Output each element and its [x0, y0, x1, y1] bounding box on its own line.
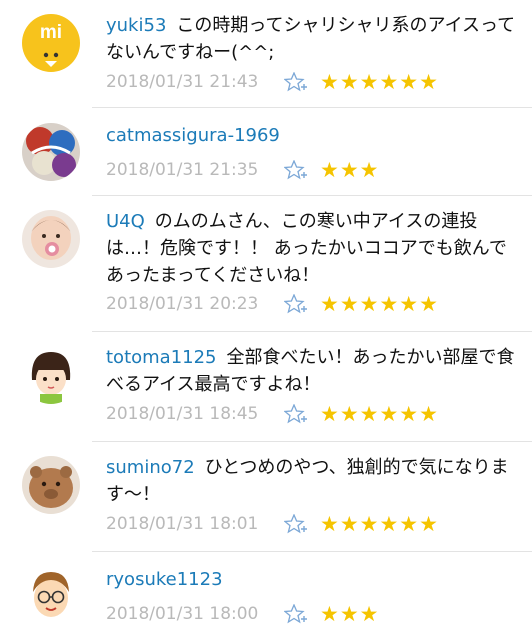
timestamp: 2018/01/31 21:43	[106, 72, 259, 92]
star-rating: ★★★★★★	[320, 292, 439, 316]
add-star-icon[interactable]	[284, 404, 310, 424]
username-link[interactable]: totoma1125	[106, 347, 217, 368]
comment-item: catmassigura-1969 2018/01/31 21:35 ★★★	[0, 108, 532, 196]
boy-glasses-avatar-icon	[22, 566, 80, 624]
comment-text: この時期ってシャリシャリ系のアイスってないんですねー(^^;	[106, 15, 516, 63]
comment-body: U4Q のムのムさん、この寒い中アイスの連投は…！危険です！！ あったかいココアで…	[106, 208, 518, 289]
comment-meta: 2018/01/31 21:43 ★★★★★★	[106, 68, 439, 96]
comment-body: yuki53 この時期ってシャリシャリ系のアイスってないんですねー(^^;	[106, 12, 518, 66]
capybara-photo-avatar-icon	[22, 456, 80, 514]
timestamp: 2018/01/31 18:01	[106, 514, 259, 534]
star-rating: ★★★	[320, 158, 380, 182]
comment-item: U4Q のムのムさん、この寒い中アイスの連投は…！危険です！！ あったかいココアで…	[0, 196, 532, 332]
comment-body: sumino72 ひとつめのやつ、独創的で気になります〜！	[106, 454, 518, 508]
avatar[interactable]	[22, 210, 80, 268]
comment-body: ryosuke1123	[106, 566, 518, 593]
username-link[interactable]: U4Q	[106, 211, 145, 232]
comment-meta: 2018/01/31 20:23 ★★★★★★	[106, 290, 439, 318]
add-star-icon[interactable]	[284, 514, 310, 534]
comment-item: mi yuki53 この時期ってシャリシャリ系のアイスってないんですねー(^^; …	[0, 0, 532, 108]
star-rating: ★★★	[320, 602, 380, 626]
star-rating: ★★★★★★	[320, 70, 439, 94]
comment-meta: 2018/01/31 21:35 ★★★	[106, 156, 379, 184]
username-link[interactable]: catmassigura-1969	[106, 125, 280, 146]
timestamp: 2018/01/31 18:45	[106, 404, 259, 424]
comment-item: totoma1125 全部食べたい！あったかい部屋で食べるアイス最高ですよね！ 2…	[0, 332, 532, 442]
add-star-icon[interactable]	[284, 604, 310, 624]
add-star-icon[interactable]	[284, 294, 310, 314]
girl-illustration-avatar-icon	[22, 346, 80, 404]
svg-text:mi: mi	[40, 22, 62, 43]
comment-meta: 2018/01/31 18:45 ★★★★★★	[106, 400, 439, 428]
avatar[interactable]	[22, 123, 80, 181]
comment-body: catmassigura-1969	[106, 122, 518, 149]
comment-body: totoma1125 全部食べたい！あったかい部屋で食べるアイス最高ですよね！	[106, 344, 518, 398]
baby-photo-avatar-icon	[22, 210, 80, 268]
username-link[interactable]: ryosuke1123	[106, 569, 223, 590]
comment-meta: 2018/01/31 18:01 ★★★★★★	[106, 510, 439, 538]
colorful-photo-avatar-icon	[22, 123, 80, 181]
star-rating: ★★★★★★	[320, 512, 439, 536]
avatar[interactable]: mi	[22, 14, 80, 72]
timestamp: 2018/01/31 21:35	[106, 160, 259, 180]
add-star-icon[interactable]	[284, 160, 310, 180]
avatar[interactable]	[22, 346, 80, 404]
username-link[interactable]: yuki53	[106, 15, 166, 36]
add-star-icon[interactable]	[284, 72, 310, 92]
username-link[interactable]: sumino72	[106, 457, 195, 478]
mi-logo-icon: mi	[22, 14, 80, 72]
comment-meta: 2018/01/31 18:00 ★★★	[106, 600, 379, 628]
comment-text: のムのムさん、この寒い中アイスの連投は…！危険です！！ あったかいココアでも飲ん…	[106, 211, 507, 286]
timestamp: 2018/01/31 18:00	[106, 604, 259, 624]
avatar[interactable]	[22, 456, 80, 514]
avatar[interactable]	[22, 566, 80, 624]
comment-item: ryosuke1123 2018/01/31 18:00 ★★★	[0, 552, 532, 640]
star-rating: ★★★★★★	[320, 402, 439, 426]
timestamp: 2018/01/31 20:23	[106, 294, 259, 314]
comment-item: sumino72 ひとつめのやつ、独創的で気になります〜！ 2018/01/31 …	[0, 442, 532, 552]
